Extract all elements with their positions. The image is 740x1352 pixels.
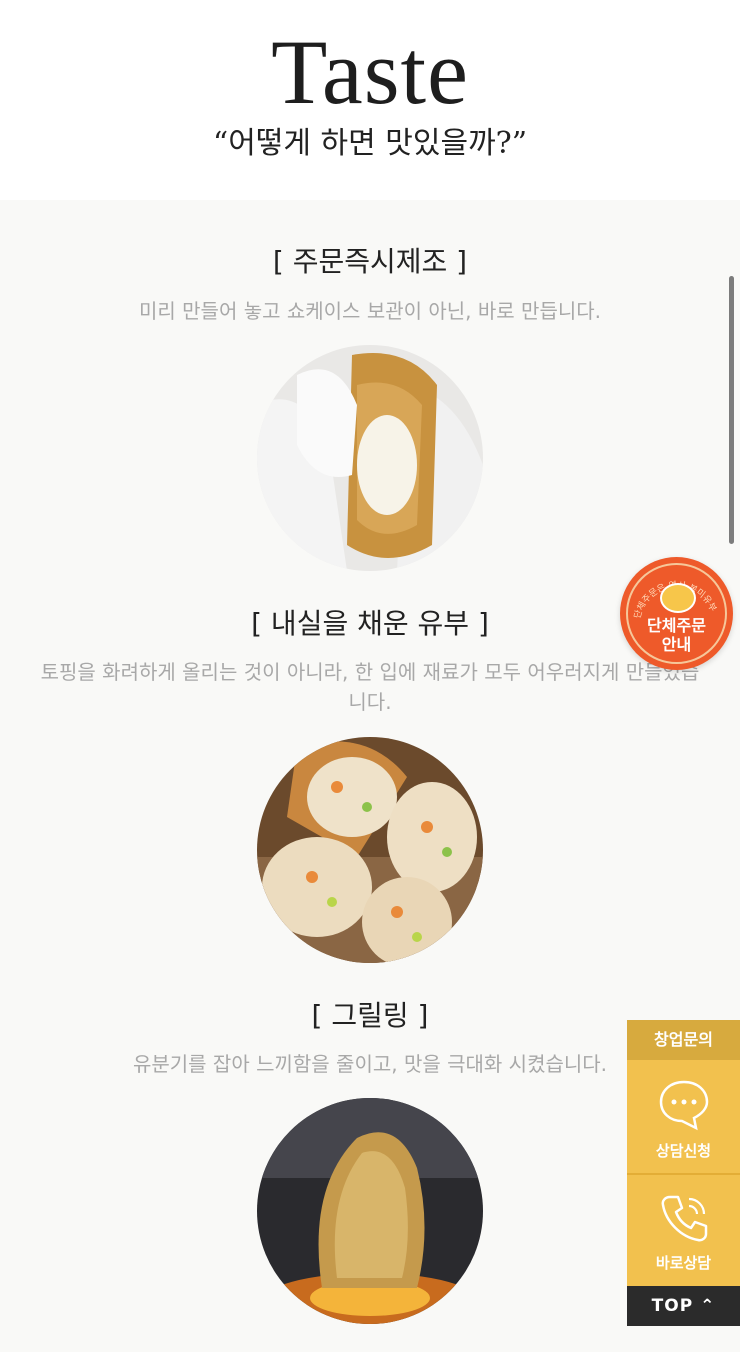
- photo-grilled-tofu-pocket: [257, 1098, 483, 1324]
- badge-line1: 단체주문: [647, 616, 706, 635]
- photo-hands-filling-tofu-pocket: [257, 345, 483, 571]
- badge-line2: 안내: [661, 635, 692, 654]
- mascot-icon: [660, 583, 696, 613]
- group-order-badge[interactable]: 단체주문은 역시 봉미유부 단체주문 안내: [620, 557, 733, 670]
- section-title-made-to-order: [ 주문즉시제조 ]: [272, 245, 468, 278]
- page-header: Taste “어떻게 하면 맛있을까?”: [0, 0, 740, 200]
- page-title: Taste: [271, 21, 469, 123]
- section-desc-filled-tofu: 토핑을 화려하게 올리는 것이 아니라, 한 입에 재료가 모두 어우러지게 만…: [40, 660, 700, 714]
- page-subtitle: “어떻게 하면 맛있을까?”: [212, 126, 528, 161]
- direct-call-label: 바로상담: [655, 1254, 712, 1272]
- consult-request-button[interactable]: 상담신청: [627, 1060, 740, 1173]
- photo-tofu-rice-pockets: [257, 737, 483, 963]
- chat-bubble-icon: [659, 1080, 709, 1131]
- franchise-inquiry-header[interactable]: 창업문의: [627, 1020, 740, 1060]
- section-desc-made-to-order: 미리 만들어 놓고 쇼케이스 보관이 아닌, 바로 만듭니다.: [138, 299, 602, 323]
- consult-request-label: 상담신청: [655, 1142, 712, 1160]
- direct-call-button[interactable]: 바로상담: [627, 1175, 740, 1286]
- phone-icon: [661, 1195, 708, 1242]
- scrollbar[interactable]: [729, 276, 734, 544]
- scroll-to-top-button[interactable]: TOP ⌃: [627, 1286, 740, 1326]
- quick-contact-panel: 창업문의 상담신청 바로상담 TOP ⌃: [627, 1020, 740, 1326]
- section-desc-grilling: 유분기를 잡아 느끼함을 줄이고, 맛을 극대화 시켰습니다.: [132, 1052, 608, 1076]
